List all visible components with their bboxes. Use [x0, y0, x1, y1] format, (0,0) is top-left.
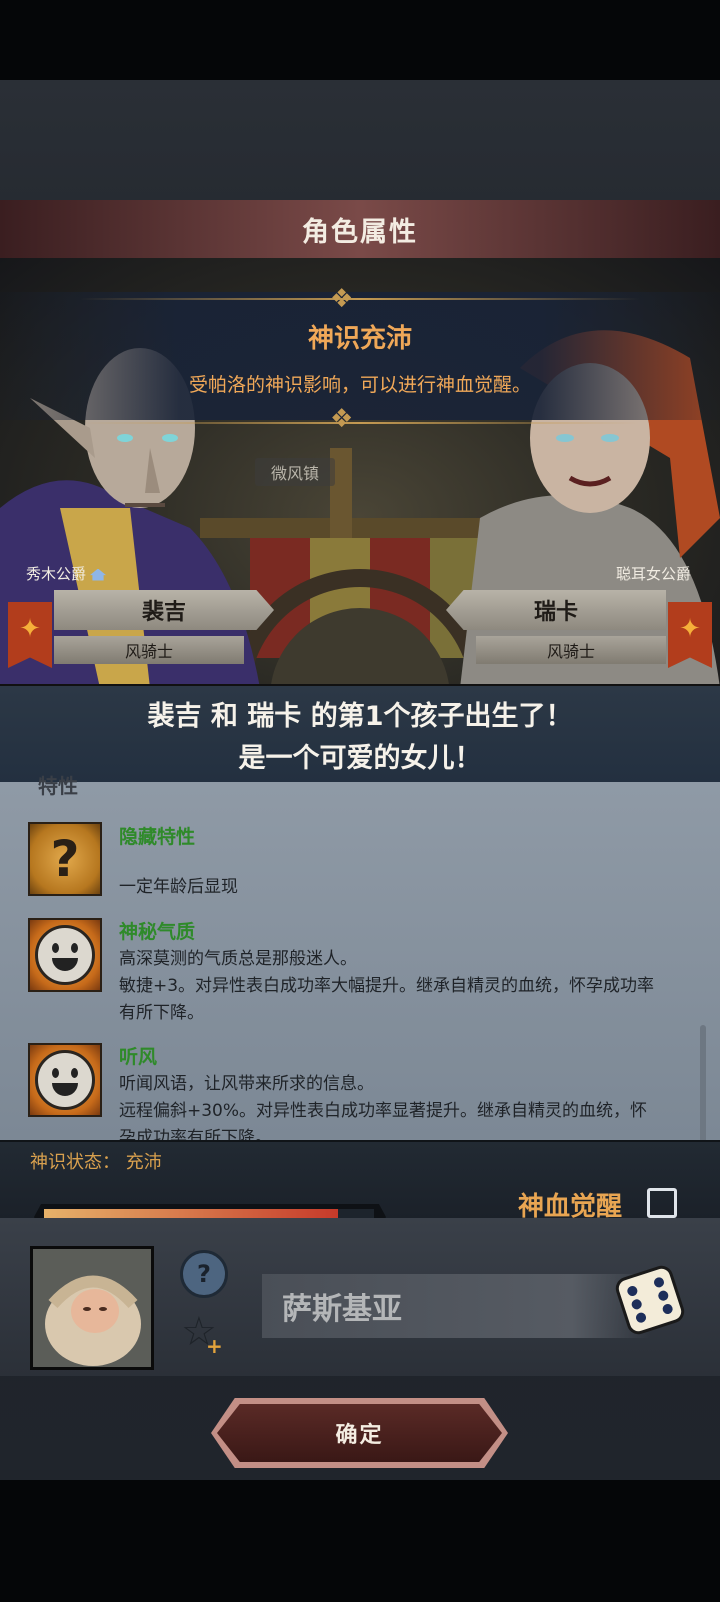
trait-name: 隐藏特性: [119, 826, 196, 848]
trait-name: 听风: [119, 1046, 158, 1068]
status-label-text: 神识状态：: [30, 1152, 120, 1173]
confirm-button[interactable]: 确定: [217, 1404, 502, 1462]
question-icon: ?: [28, 822, 102, 896]
mother-class: 风骑士: [546, 642, 595, 661]
father-class-plate: 风骑士: [54, 636, 244, 664]
mother-rank: 聪耳女公爵: [616, 565, 692, 583]
title-bar: 角色属性: [0, 200, 720, 258]
smile-face-icon: [28, 1043, 102, 1117]
father-rank: 秀木公爵: [26, 563, 107, 584]
ornament-top: [80, 298, 640, 300]
announcement-line-2: 是一个可爱的女儿！: [238, 743, 482, 774]
notice-title: 神识充沛: [307, 324, 412, 354]
ornament-bottom-icon: ❖: [330, 404, 354, 434]
face-glyph: [35, 1050, 95, 1110]
traits-header: 特性: [38, 774, 78, 798]
mother-name: 瑞卡: [533, 600, 578, 625]
question-circle-icon[interactable]: ?: [180, 1250, 228, 1298]
father-name: 裴吉: [141, 600, 186, 625]
house-icon: [90, 568, 107, 581]
smile-face-icon: [28, 918, 102, 992]
ornament-top-icon: ❖: [330, 284, 354, 314]
notice-banner: [0, 292, 720, 420]
baby-art: [45, 1275, 141, 1366]
child-portrait: [30, 1246, 154, 1370]
page-title: 角色属性: [302, 216, 418, 248]
trait-description: 敏捷+3。对异性表白成功率大幅提升。继承自精灵的血统，怀孕成功率: [119, 976, 655, 996]
dice-icon[interactable]: [612, 1262, 688, 1338]
father-name-plate: 裴吉: [54, 590, 274, 630]
map-location-label: 微风镇: [255, 458, 335, 486]
mother-name-plate: 瑞卡: [446, 590, 666, 630]
status-value: 充沛: [125, 1152, 162, 1173]
dice-art: [615, 1265, 685, 1335]
child-name-value: 萨斯基亚: [282, 1292, 402, 1327]
awaken-checkbox[interactable]: [647, 1188, 677, 1218]
trait-description: 听闻风语，让风带来所求的信息。: [119, 1074, 374, 1094]
status-label: 神识状态： 充沛: [30, 1148, 162, 1174]
father-rank-text: 秀木公爵: [26, 565, 87, 583]
plus-icon: +: [206, 1334, 223, 1358]
announcement-line-1: 裴吉 和 瑞卡 的第1个孩子出生了！: [147, 701, 573, 732]
child-name-field[interactable]: 萨斯基亚: [262, 1274, 650, 1338]
notice-description: 受帕洛的神识影响，可以进行神血觉醒。: [188, 374, 531, 396]
trait-description: 远程偏斜+30%。对异性表白成功率显著提升。继承自精灵的血统，怀: [119, 1101, 648, 1121]
confirm-label: 确定: [335, 1423, 384, 1448]
trait-name: 神秘气质: [119, 921, 196, 943]
father-class: 风骑士: [124, 642, 173, 661]
ornament-bottom: [80, 422, 640, 424]
face-glyph: [35, 925, 95, 985]
trait-description: 有所下降。: [119, 1003, 204, 1023]
traits-scrollbar[interactable]: [700, 1025, 706, 1145]
mother-class-plate: 风骑士: [476, 636, 666, 664]
trait-description: 高深莫测的气质总是那般迷人。: [119, 949, 357, 969]
trait-description: 一定年龄后显现: [119, 877, 238, 897]
